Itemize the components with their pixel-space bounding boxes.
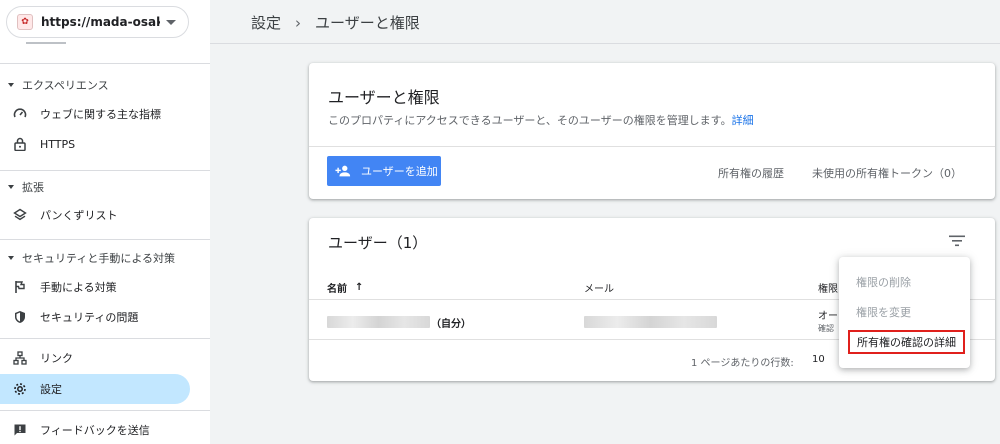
- page-title: ユーザーと権限: [328, 88, 440, 107]
- users-permissions-card: ユーザーと権限 このプロパティにアクセスできるユーザーと、そのユーザーの権限を管…: [309, 63, 995, 199]
- column-header-email: メール: [584, 284, 614, 295]
- description-text: このプロパティにアクセスできるユーザーと、そのユーザーの権限を管理します。: [328, 114, 732, 127]
- permission-value: オー: [818, 311, 838, 322]
- ownership-history-button[interactable]: 所有権の履歴: [718, 165, 784, 181]
- sidebar-item-label: ウェブに関する主な指標: [40, 108, 161, 121]
- add-user-button[interactable]: ユーザーを追加: [327, 156, 441, 186]
- card-description: このプロパティにアクセスできるユーザーと、そのユーザーの権限を管理します。詳細: [328, 112, 754, 128]
- sidebar-item-links[interactable]: リンク: [0, 343, 190, 373]
- menu-item-remove-permission[interactable]: 権限の削除: [856, 274, 911, 290]
- permission-sub: 確認: [818, 324, 834, 333]
- menu-item-change-permission[interactable]: 権限を変更: [856, 304, 911, 320]
- lock-icon: [12, 136, 28, 152]
- permission-menu: 権限の削除 権限を変更 所有権の確認の詳細: [839, 257, 970, 368]
- sidebar-item-settings[interactable]: 設定: [0, 374, 190, 404]
- rows-per-page-select[interactable]: 10: [812, 354, 825, 365]
- card-divider: [309, 146, 995, 147]
- sidebar-item-feedback[interactable]: フィードバックを送信: [0, 415, 190, 444]
- unused-tokens-button[interactable]: 未使用の所有権トークン（0）: [812, 165, 962, 181]
- sidebar-item-label: セキュリティの問題: [40, 311, 139, 324]
- rows-per-page-label: 1 ページあたりの行数:: [691, 358, 794, 369]
- sidebar-item-manual-actions[interactable]: 手動による対策: [0, 272, 190, 302]
- sidebar-item-label: 手動による対策: [40, 281, 117, 294]
- sidebar: ✿ https://mada-osaka.blo... エクスペリエンス ウェブ…: [0, 0, 210, 444]
- gauge-icon: [12, 106, 28, 122]
- truncated-nav-item: [12, 40, 72, 48]
- property-selector[interactable]: ✿ https://mada-osaka.blo...: [6, 6, 189, 38]
- sidebar-item-label: フィードバックを送信: [40, 424, 150, 437]
- filter-icon[interactable]: [949, 232, 969, 248]
- chevron-down-icon: [166, 19, 176, 25]
- sidebar-divider: [0, 63, 210, 64]
- section-experience[interactable]: エクスペリエンス: [8, 77, 109, 93]
- layers-icon: [12, 207, 28, 223]
- section-security[interactable]: セキュリティと手動による対策: [8, 250, 175, 266]
- sidebar-item-label: パンくずリスト: [40, 209, 118, 222]
- breadcrumb-separator: ›: [295, 13, 302, 32]
- sidebar-item-label: HTTPS: [40, 137, 76, 151]
- caret-down-icon: [8, 185, 14, 189]
- sidebar-item-https[interactable]: HTTPS: [0, 129, 190, 159]
- redacted-email: [584, 316, 717, 328]
- sidebar-item-breadcrumbs[interactable]: パンくずリスト: [0, 200, 190, 230]
- site-favicon-icon: ✿: [17, 14, 33, 30]
- users-table-title: ユーザー（1）: [328, 234, 428, 252]
- column-label: 名前: [327, 284, 347, 295]
- sidebar-divider: [0, 410, 210, 411]
- section-enhancements[interactable]: 拡張: [8, 179, 44, 195]
- section-label: エクスペリエンス: [22, 79, 109, 92]
- breadcrumb: 設定 › ユーザーと権限: [251, 12, 420, 33]
- breadcrumb-current: ユーザーと権限: [315, 14, 420, 32]
- sidebar-divider: [0, 239, 210, 240]
- feedback-icon: [12, 422, 28, 438]
- sidebar-divider: [0, 170, 210, 171]
- sidebar-item-label: リンク: [40, 352, 73, 365]
- sidebar-item-core-web-vitals[interactable]: ウェブに関する主な指標: [0, 99, 190, 129]
- shield-icon: [12, 309, 28, 325]
- redacted-name: [327, 316, 430, 328]
- sidebar-item-label: 設定: [40, 383, 62, 396]
- section-label: セキュリティと手動による対策: [22, 252, 176, 265]
- column-header-permission: 権限: [818, 284, 838, 295]
- sidebar-item-security-issues[interactable]: セキュリティの問題: [0, 302, 190, 332]
- caret-down-icon: [8, 83, 14, 87]
- menu-item-ownership-details[interactable]: 所有権の確認の詳細: [848, 330, 965, 354]
- header-divider: [210, 43, 1000, 44]
- sidebar-divider: [0, 338, 210, 339]
- property-url: https://mada-osaka.blo...: [41, 15, 160, 29]
- sort-arrow-icon: ↑: [355, 282, 364, 293]
- self-marker: （自分）: [431, 319, 471, 330]
- add-user-label: ユーザーを追加: [361, 165, 438, 178]
- caret-down-icon: [8, 256, 14, 260]
- add-person-icon: [335, 163, 351, 179]
- link-tree-icon: [12, 350, 28, 366]
- details-link[interactable]: 詳細: [732, 114, 754, 127]
- gear-icon: [12, 381, 28, 397]
- breadcrumb-root[interactable]: 設定: [251, 12, 281, 33]
- section-label: 拡張: [22, 181, 44, 194]
- flag-icon: [12, 279, 28, 295]
- column-header-name[interactable]: 名前 ↑: [327, 280, 363, 295]
